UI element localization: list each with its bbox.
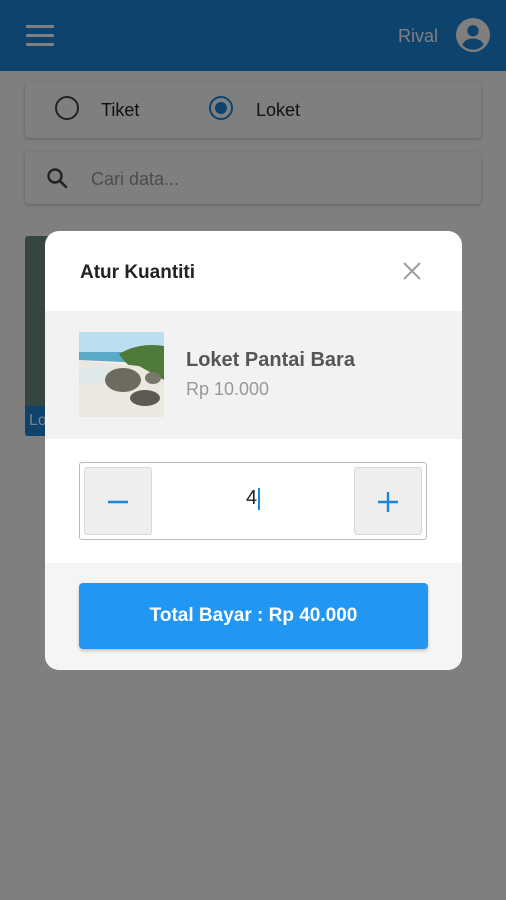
quantity-input[interactable]: 4 [160,487,346,510]
minus-icon [108,500,128,504]
quantity-stepper: 4 [79,462,427,540]
close-icon[interactable] [402,261,422,281]
text-cursor [258,487,261,510]
quantity-value: 4 [245,487,258,509]
dialog-title: Atur Kuantiti [80,262,196,283]
product-name: Loket Pantai Bara [186,349,355,371]
product-thumbnail [79,332,164,417]
product-price: Rp 10.000 [186,379,270,399]
total-pay-button[interactable]: Total Bayar : Rp 40.000 [79,583,428,649]
decrement-button[interactable] [84,467,152,535]
increment-button[interactable] [354,467,422,535]
product-row: Loket Pantai Bara Rp 10.000 [45,311,462,439]
plus-icon [378,492,398,513]
quantity-dialog: Atur Kuantiti Loket Pantai Bara Rp 10.00… [45,231,462,670]
